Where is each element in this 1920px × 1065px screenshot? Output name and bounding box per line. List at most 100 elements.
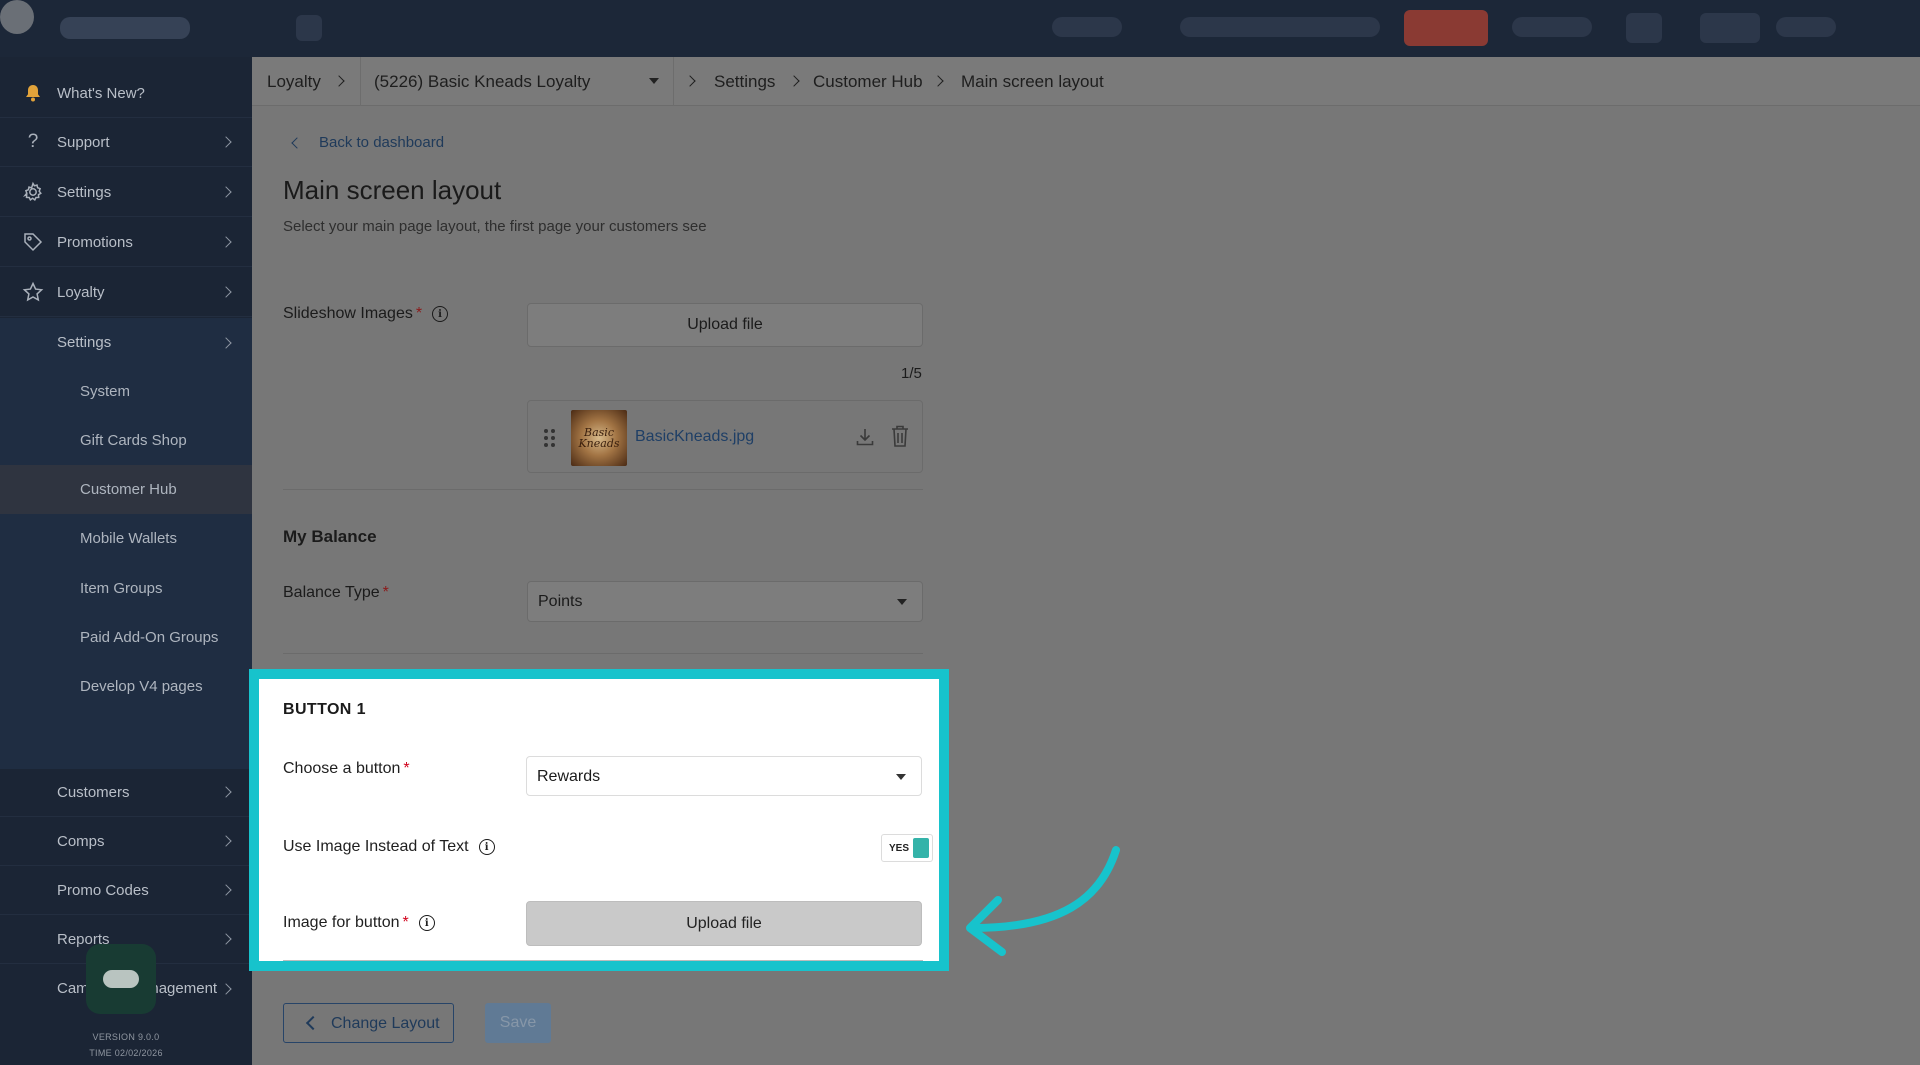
info-icon[interactable]: i — [418, 915, 435, 931]
chevron-right-icon — [220, 835, 232, 847]
chevron-right-icon — [684, 75, 696, 87]
file-thumbnail: Basic Kneads — [571, 410, 627, 466]
chevron-right-icon — [788, 75, 800, 87]
breadcrumb: Loyalty (5226) Basic Kneads Loyalty Sett… — [252, 57, 1920, 106]
breadcrumb-settings[interactable]: Settings — [714, 72, 775, 92]
chevron-right-icon — [220, 136, 232, 148]
bell-icon — [22, 82, 44, 104]
card-divider — [283, 960, 923, 961]
gear-icon — [22, 181, 44, 203]
sidebar-sub-item-paid-add-on-groups[interactable]: Paid Add-On Groups — [0, 613, 252, 662]
caret-down-icon — [897, 599, 907, 605]
chevron-right-icon — [220, 786, 232, 798]
sidebar-item-comps[interactable]: Comps — [0, 817, 252, 866]
top-bar-text-3 — [1776, 17, 1836, 37]
sidebar-item-promo-codes[interactable]: Promo Codes — [0, 866, 252, 915]
required-marker: * — [415, 305, 423, 322]
avatar[interactable] — [0, 0, 34, 34]
my-balance-title: My Balance — [283, 527, 377, 546]
sidebar-item-support[interactable]: ? Support — [0, 118, 252, 167]
page-subtitle: Select your main page layout, the first … — [283, 218, 707, 235]
loyalty-submenu: Settings System Gift Cards Shop Customer… — [0, 318, 252, 769]
required-marker: * — [403, 760, 410, 777]
sidebar-item-settings[interactable]: Settings — [0, 168, 252, 217]
choose-button-label: Choose a button * — [283, 760, 410, 777]
top-bar-text-1 — [1052, 17, 1122, 37]
breadcrumb-loyalty[interactable]: Loyalty — [267, 72, 321, 92]
drag-handle-icon[interactable] — [544, 429, 556, 447]
chevron-right-icon — [220, 236, 232, 248]
top-bar — [0, 0, 1920, 57]
choose-button-select[interactable]: Rewards — [526, 756, 922, 796]
toggle-knob — [913, 838, 929, 858]
user-icon[interactable] — [1626, 13, 1662, 43]
slideshow-upload-button[interactable]: Upload file — [527, 303, 923, 347]
required-marker: * — [402, 914, 409, 931]
sidebar-item-customers[interactable]: Customers — [0, 768, 252, 817]
alert-button[interactable] — [1404, 10, 1488, 46]
sidebar-sub-item-gift-cards-shop[interactable]: Gift Cards Shop — [0, 416, 252, 465]
save-button[interactable]: Save — [485, 1003, 551, 1043]
balance-type-label: Balance Type * — [283, 584, 389, 601]
program-select[interactable]: (5226) Basic Kneads Loyalty — [360, 57, 674, 106]
sidebar-item-loyalty-settings[interactable]: Settings — [0, 318, 252, 367]
time-label: TIME 02/02/2026 — [89, 1048, 163, 1058]
sidebar-item-loyalty[interactable]: Loyalty — [0, 268, 252, 317]
account-icon[interactable] — [1700, 13, 1760, 43]
download-icon[interactable] — [855, 427, 875, 447]
chat-icon — [103, 970, 139, 988]
caret-down-icon — [649, 78, 659, 84]
version-label: VERSION 9.0.0 — [92, 1032, 160, 1042]
chevron-right-icon — [220, 884, 232, 896]
breadcrumb-customer-hub[interactable]: Customer Hub — [813, 72, 923, 92]
annotation-arrow-icon — [966, 846, 1120, 956]
top-bar-text-2 — [1180, 17, 1380, 37]
question-icon: ? — [27, 131, 39, 152]
sidebar-item-promotions[interactable]: Promotions — [0, 218, 252, 267]
tag-icon — [22, 231, 44, 253]
caret-down-icon — [896, 774, 906, 780]
button-1-card: BUTTON 1 Choose a button * Rewards Use Im… — [249, 669, 949, 971]
slideshow-counter: 1/5 — [901, 365, 922, 382]
use-image-toggle[interactable]: YES — [881, 834, 933, 862]
sidebar: What's New? ? Support Settings Promotion… — [0, 57, 252, 1065]
notifications-icon[interactable] — [1512, 17, 1592, 37]
button-1-title: BUTTON 1 — [283, 701, 366, 718]
image-upload-button[interactable]: Upload file — [526, 901, 922, 946]
image-for-button-label: Image for button * i — [283, 914, 435, 932]
section-divider — [283, 653, 923, 654]
use-image-label: Use Image Instead of Text i — [283, 838, 495, 856]
breadcrumb-current: Main screen layout — [961, 72, 1104, 91]
sidebar-item-whats-new[interactable]: What's New? — [0, 69, 252, 118]
chevron-left-icon[interactable] — [291, 137, 303, 149]
trash-icon[interactable] — [891, 425, 909, 447]
sidebar-sub-item-mobile-wallets[interactable]: Mobile Wallets — [0, 514, 252, 563]
info-icon[interactable]: i — [478, 839, 495, 855]
slideshow-images-label: Slideshow Images * i — [283, 305, 449, 323]
menu-toggle-icon[interactable] — [296, 15, 322, 41]
chevron-right-icon — [333, 75, 345, 87]
info-icon[interactable]: i — [432, 306, 449, 322]
chevron-right-icon — [932, 75, 944, 87]
sidebar-sub-item-customer-hub[interactable]: Customer Hub — [0, 465, 252, 514]
required-marker: * — [382, 584, 389, 601]
chevron-right-icon — [220, 933, 232, 945]
sidebar-sub-item-develop-v4-pages[interactable]: Develop V4 pages — [0, 662, 252, 711]
change-layout-button[interactable]: Change Layout — [283, 1003, 454, 1043]
sidebar-sub-item-item-groups[interactable]: Item Groups — [0, 564, 252, 613]
chevron-right-icon — [220, 982, 232, 995]
back-to-dashboard-link[interactable]: Back to dashboard — [319, 134, 444, 151]
chevron-right-icon — [220, 186, 232, 198]
chat-support-button[interactable] — [86, 944, 156, 1014]
balance-type-select[interactable]: Points — [527, 581, 923, 622]
file-name-link[interactable]: BasicKneads.jpg — [635, 428, 754, 446]
chevron-left-icon — [305, 1015, 321, 1031]
app-logo[interactable] — [60, 17, 190, 39]
sidebar-sub-item-system[interactable]: System — [0, 367, 252, 416]
chevron-right-icon — [220, 286, 232, 298]
chevron-right-icon — [220, 336, 232, 349]
star-icon — [22, 281, 44, 303]
section-divider — [283, 489, 923, 490]
slideshow-file-row: Basic Kneads BasicKneads.jpg — [527, 400, 923, 473]
page-title: Main screen layout — [283, 175, 502, 205]
